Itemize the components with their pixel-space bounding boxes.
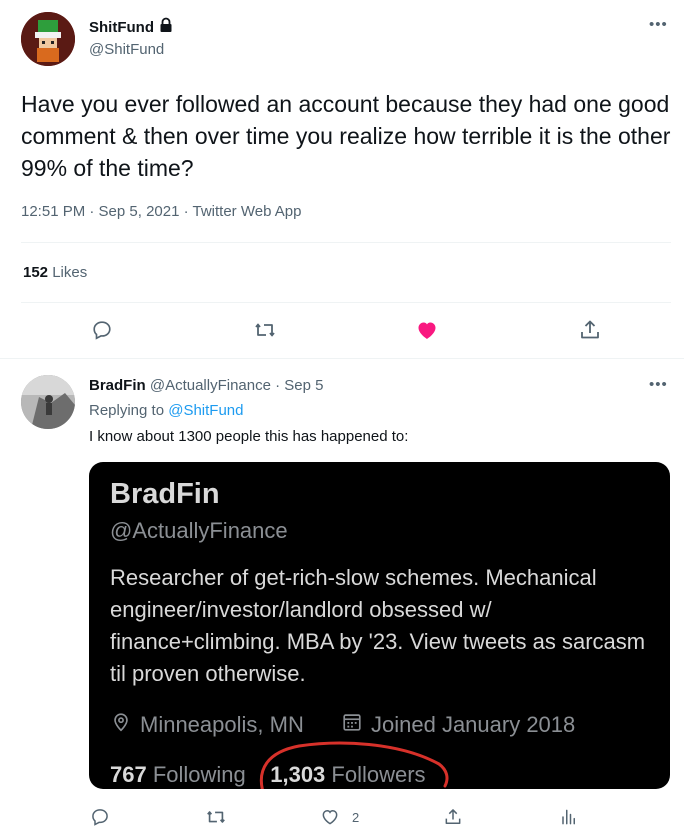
card-profile-bio: Researcher of get-rich-slow schemes. Mec… — [110, 565, 646, 686]
tweet-text: Have you ever followed an account becaus… — [21, 91, 671, 181]
reply-date[interactable]: · Sep 5 — [275, 377, 323, 394]
retweet-icon[interactable] — [253, 318, 277, 342]
reply-icon[interactable] — [90, 318, 114, 342]
share-icon[interactable] — [578, 318, 602, 342]
reply-header: BradFin @ActuallyFinance · Sep 5 — [89, 377, 324, 394]
likes-label: Likes — [52, 264, 88, 281]
author-name[interactable]: ShitFund — [89, 17, 174, 37]
reply-author-name[interactable]: BradFin — [89, 377, 146, 394]
replying-to-link[interactable]: @ShitFund — [168, 402, 243, 419]
like-icon-filled[interactable] — [415, 318, 439, 342]
like-icon[interactable] — [318, 805, 342, 829]
replying-prefix: Replying to — [89, 402, 165, 419]
likes-stat[interactable]: 152 Likes — [23, 264, 87, 281]
share-icon[interactable] — [441, 805, 465, 829]
likes-count: 152 — [23, 264, 49, 281]
divider — [21, 242, 671, 243]
more-icon[interactable]: ••• — [649, 376, 668, 393]
author-handle[interactable]: @ShitFund — [89, 41, 164, 58]
retweet-icon[interactable] — [204, 805, 228, 829]
reply-icon[interactable] — [88, 805, 112, 829]
tweet-timestamp[interactable]: 12:51 PM · Sep 5, 2021 · Twitter Web App — [21, 203, 301, 220]
reply-text: I know about 1300 people this has happen… — [89, 428, 409, 445]
location-icon — [110, 711, 132, 739]
lock-icon — [158, 17, 174, 37]
following-count: 767 — [110, 762, 147, 787]
following-label: Following — [152, 762, 246, 787]
divider — [21, 302, 671, 303]
card-profile-name: BradFin — [110, 478, 220, 510]
author-name-label[interactable]: ShitFund — [89, 19, 154, 36]
reply-author-handle[interactable]: @ActuallyFinance — [150, 377, 271, 394]
reply-like-count: 2 — [352, 809, 360, 825]
reply-avatar[interactable] — [21, 375, 75, 429]
avatar[interactable] — [21, 12, 75, 66]
reply-like[interactable]: 2 — [318, 805, 359, 829]
replying-to: Replying to @ShitFund — [89, 402, 243, 419]
analytics-icon[interactable] — [556, 805, 580, 829]
hand-drawn-circle-annotation — [259, 741, 449, 789]
more-icon[interactable]: ••• — [649, 16, 668, 33]
card-profile-handle: @ActuallyFinance — [110, 518, 288, 543]
attached-image[interactable]: BradFin @ActuallyFinance Researcher of g… — [89, 462, 670, 789]
divider — [0, 358, 684, 359]
